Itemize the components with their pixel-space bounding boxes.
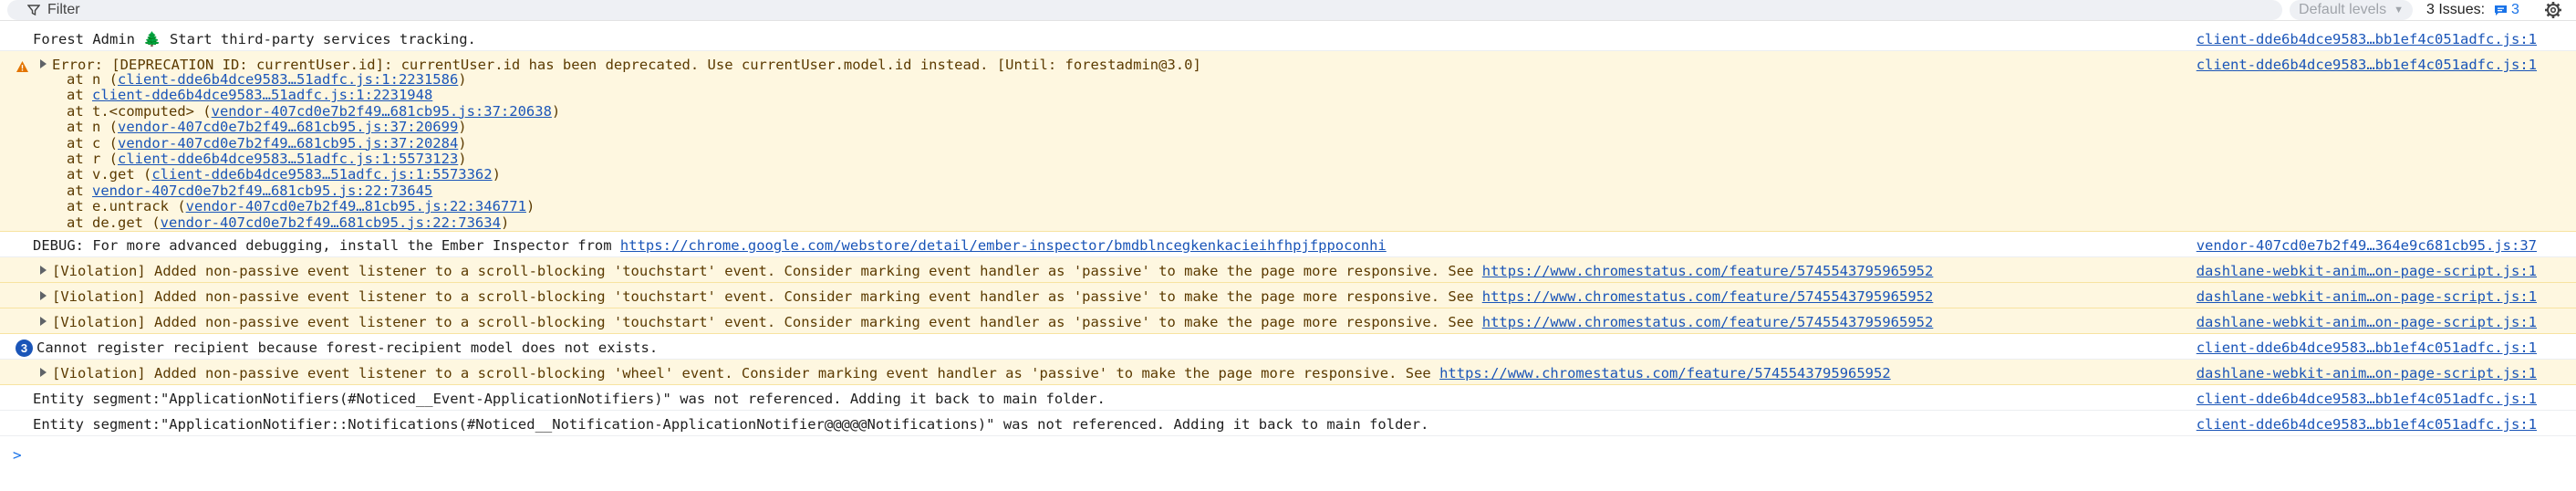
- log-row: Entity segment:"ApplicationNotifier::Not…: [0, 411, 2576, 436]
- filter-placeholder: Filter: [47, 2, 80, 17]
- issues-button[interactable]: 3 Issues: 3: [2426, 0, 2519, 20]
- stack-frame-link[interactable]: client-dde6b4dce9583…51adfc.js:1:2231948: [92, 87, 432, 103]
- log-message: Cannot register recipient because forest…: [36, 340, 659, 356]
- stack-frame-link[interactable]: client-dde6b4dce9583…51adfc.js:1:5573123: [118, 151, 458, 167]
- stack-frame: at n (vendor-407cd0e7b2f49…681cb95.js:37…: [67, 120, 560, 135]
- stack-frame-prefix: at: [67, 182, 92, 199]
- stack-frame-prefix: at n (: [67, 71, 118, 88]
- issues-label: 3 Issues:: [2426, 2, 2486, 17]
- stack-trace: at n (client-dde6b4dce9583…51adfc.js:1:2…: [67, 71, 561, 231]
- stack-frame-suffix: ): [458, 151, 467, 168]
- chromestatus-link[interactable]: https://www.chromestatus.com/feature/574…: [1482, 288, 1934, 305]
- expand-triangle-icon[interactable]: [40, 368, 47, 377]
- stack-frame-suffix: ): [500, 214, 510, 231]
- log-message: [Violation] Added non-passive event list…: [52, 365, 1440, 381]
- log-source-link[interactable]: client-dde6b4dce9583…bb1ef4c051adfc.js:1: [2197, 57, 2537, 73]
- stack-frame: at t.<computed> (vendor-407cd0e7b2f49…68…: [67, 102, 561, 120]
- warning-icon: [16, 61, 28, 72]
- log-source-link[interactable]: dashlane-webkit-anim…on-page-script.js:1: [2197, 314, 2537, 330]
- expand-triangle-icon[interactable]: [40, 317, 47, 326]
- stack-frame-suffix: ): [525, 198, 535, 215]
- log-source-link[interactable]: dashlane-webkit-anim…on-page-script.js:1: [2197, 263, 2537, 279]
- stack-frame: at de.get (vendor-407cd0e7b2f49…681cb95.…: [67, 214, 560, 231]
- log-message: [Violation] Added non-passive event list…: [52, 314, 1482, 330]
- log-source-link[interactable]: dashlane-webkit-anim…on-page-script.js:1: [2197, 288, 2537, 305]
- caret-down-icon: ▼: [2394, 5, 2404, 16]
- stack-frame-suffix: ): [458, 71, 467, 88]
- stack-frame-prefix: at: [67, 87, 92, 104]
- stack-frame-suffix: ): [492, 166, 501, 183]
- stack-frame: at v.get (client-dde6b4dce9583…51adfc.js…: [67, 167, 560, 183]
- stack-frame-suffix: ): [458, 134, 467, 151]
- stack-frame: at client-dde6b4dce9583…51adfc.js:1:2231…: [67, 88, 560, 103]
- log-source-link[interactable]: client-dde6b4dce9583…bb1ef4c051adfc.js:1: [2197, 416, 2537, 433]
- stack-frame: at e.untrack (vendor-407cd0e7b2f49…81cb9…: [67, 199, 560, 214]
- ember-inspector-link[interactable]: https://chrome.google.com/webstore/detai…: [620, 237, 1387, 254]
- repeat-count-badge: 3: [16, 340, 33, 357]
- issues-count: 3: [2511, 2, 2519, 17]
- log-message: DEBUG: For more advanced debugging, inst…: [33, 237, 620, 254]
- gear-icon[interactable]: [2544, 1, 2562, 19]
- log-source-link[interactable]: client-dde6b4dce9583…bb1ef4c051adfc.js:1: [2197, 340, 2537, 356]
- stack-frame: at c (vendor-407cd0e7b2f49…681cb95.js:37…: [67, 134, 560, 151]
- log-row-violation: [Violation] Added non-passive event list…: [0, 308, 2576, 334]
- console-prompt[interactable]: >: [13, 446, 22, 464]
- log-message: Entity segment:"ApplicationNotifier::Not…: [33, 416, 1429, 433]
- filter-icon: [27, 5, 40, 16]
- chromestatus-link[interactable]: https://www.chromestatus.com/feature/574…: [1482, 314, 1934, 330]
- message-icon: [2495, 5, 2508, 16]
- log-source-link[interactable]: client-dde6b4dce9583…bb1ef4c051adfc.js:1: [2197, 391, 2537, 407]
- log-row-error: Error: [DEPRECATION ID: currentUser.id]:…: [0, 51, 2576, 232]
- stack-frame: at vendor-407cd0e7b2f49…681cb95.js:22:73…: [67, 183, 560, 199]
- stack-frame-prefix: at v.get (: [67, 166, 152, 183]
- expand-triangle-icon[interactable]: [40, 59, 47, 68]
- expand-triangle-icon[interactable]: [40, 266, 47, 275]
- stack-frame-link[interactable]: vendor-407cd0e7b2f49…681cb95.js:37:20638: [212, 103, 552, 120]
- log-levels-dropdown[interactable]: Default levels ▼: [2290, 0, 2413, 20]
- log-message: Forest Admin 🌲 Start third-party service…: [33, 31, 476, 47]
- stack-frame-suffix: ): [458, 119, 467, 136]
- log-message: Entity segment:"ApplicationNotifiers(#No…: [33, 391, 1106, 407]
- stack-frame: at n (client-dde6b4dce9583…51adfc.js:1:2…: [67, 71, 560, 88]
- chromestatus-link[interactable]: https://www.chromestatus.com/feature/574…: [1439, 365, 1891, 381]
- chromestatus-link[interactable]: https://www.chromestatus.com/feature/574…: [1482, 263, 1934, 279]
- stack-frame: at r (client-dde6b4dce9583…51adfc.js:1:5…: [67, 151, 560, 167]
- console-log: Forest Admin 🌲 Start third-party service…: [0, 26, 2576, 436]
- expand-triangle-icon[interactable]: [40, 291, 47, 300]
- log-row-violation: [Violation] Added non-passive event list…: [0, 283, 2576, 308]
- log-row: Entity segment:"ApplicationNotifiers(#No…: [0, 385, 2576, 411]
- stack-frame-prefix: at r (: [67, 151, 118, 168]
- stack-frame-link[interactable]: vendor-407cd0e7b2f49…81cb95.js:22:346771: [186, 198, 526, 214]
- log-message: [Violation] Added non-passive event list…: [52, 288, 1482, 305]
- stack-frame-prefix: at n (: [67, 119, 118, 136]
- log-row-info: 3 Cannot register recipient because fore…: [0, 334, 2576, 360]
- stack-frame-prefix: at de.get (: [67, 214, 161, 231]
- stack-frame-link[interactable]: vendor-407cd0e7b2f49…681cb95.js:22:73634: [161, 214, 501, 231]
- stack-frame-prefix: at c (: [67, 134, 118, 151]
- stack-frame-link[interactable]: vendor-407cd0e7b2f49…681cb95.js:37:20284: [118, 135, 458, 151]
- stack-frame-suffix: ): [551, 102, 561, 120]
- stack-frame-link[interactable]: vendor-407cd0e7b2f49…681cb95.js:22:73645: [92, 183, 432, 199]
- console-toolbar: Filter Default levels ▼ 3 Issues: 3: [0, 0, 2576, 21]
- log-message: [Violation] Added non-passive event list…: [52, 263, 1482, 279]
- log-row-violation: [Violation] Added non-passive event list…: [0, 257, 2576, 283]
- stack-frame-link[interactable]: client-dde6b4dce9583…51adfc.js:1:2231586: [118, 71, 458, 88]
- log-row-debug: DEBUG: For more advanced debugging, inst…: [0, 232, 2576, 257]
- log-row: Forest Admin 🌲 Start third-party service…: [0, 26, 2576, 51]
- log-source-link[interactable]: client-dde6b4dce9583…bb1ef4c051adfc.js:1: [2197, 31, 2537, 47]
- log-levels-label: Default levels: [2299, 2, 2387, 17]
- stack-frame-link[interactable]: client-dde6b4dce9583…51adfc.js:1:5573362: [151, 166, 492, 183]
- log-row-violation: [Violation] Added non-passive event list…: [0, 360, 2576, 385]
- stack-frame-link[interactable]: vendor-407cd0e7b2f49…681cb95.js:37:20699: [118, 119, 458, 135]
- log-source-link[interactable]: vendor-407cd0e7b2f49…364e9c681cb95.js:37: [2197, 237, 2537, 254]
- stack-frame-prefix: at t.<computed> (: [67, 102, 212, 120]
- filter-input[interactable]: Filter: [7, 0, 2282, 20]
- stack-frame-prefix: at e.untrack (: [67, 198, 186, 215]
- log-source-link[interactable]: dashlane-webkit-anim…on-page-script.js:1: [2197, 365, 2537, 381]
